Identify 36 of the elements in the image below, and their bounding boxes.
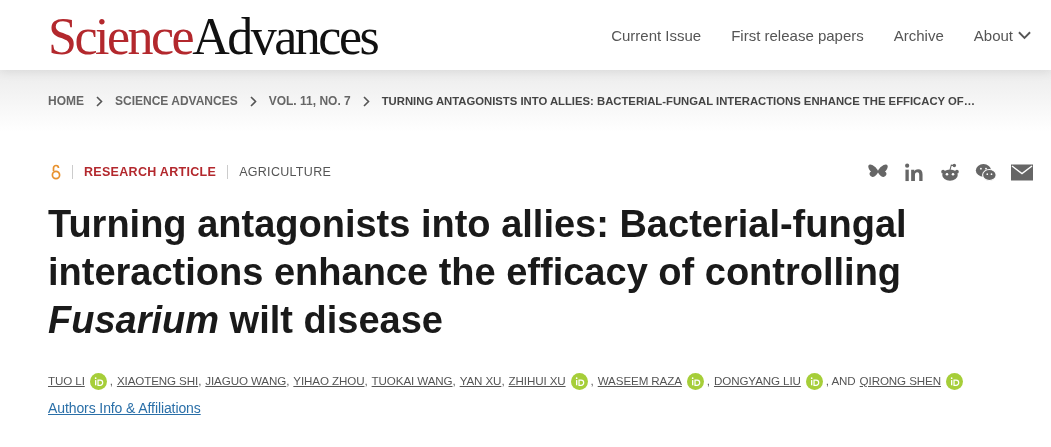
separator-text: , — [706, 374, 710, 387]
chevron-right-icon — [96, 95, 103, 107]
separator-text: , — [590, 374, 594, 387]
article-subject[interactable]: AGRICULTURE — [239, 165, 332, 179]
chat-bubbles-icon[interactable] — [975, 162, 997, 182]
chevron-down-icon — [1018, 30, 1031, 40]
nav-link[interactable]: Archive — [893, 26, 944, 44]
chevron-right-icon — [362, 95, 370, 107]
separator-text: , — [286, 374, 290, 387]
breadcrumb-link[interactable]: TURNING ANTAGONISTS INTO ALLIES: BACTERIAL-FUNGAL INTERACTIONS ENHANCE THE EFFICACY OF… — [381, 95, 975, 107]
linkedin-icon[interactable] — [903, 162, 925, 182]
separator-text: , — [501, 374, 505, 387]
author-link[interactable]: TUO LI — [48, 374, 85, 387]
author-link[interactable]: ZHIHUI XU — [508, 374, 566, 387]
alien-head-icon[interactable] — [939, 162, 961, 182]
author-link[interactable]: DONGYANG LIU — [714, 374, 801, 387]
nav-link[interactable]: First release papers — [731, 26, 864, 44]
separator-text: , AND — [825, 374, 856, 387]
separator-text: , — [364, 374, 368, 387]
article-title: Turning antagonists into allies: Bacterial-fungal interactions enhance the efficacy of controlling Fusarium wilt disease — [48, 202, 908, 343]
nav-link[interactable]: About — [973, 26, 1031, 44]
author-link[interactable]: TUOKAI WANG — [371, 374, 453, 387]
separator-text: , — [198, 374, 202, 387]
envelope-icon[interactable] — [1011, 162, 1033, 182]
separator-text: , — [452, 374, 456, 387]
nav-link[interactable]: Current Issue — [611, 26, 702, 44]
site-logo[interactable]: ScienceAdvances — [48, 11, 378, 63]
breadcrumb-link[interactable]: SCIENCE ADVANCES — [115, 94, 238, 108]
author-link[interactable]: QIRONG SHEN — [859, 374, 941, 387]
separator-text: , — [109, 374, 113, 387]
author-link[interactable]: WASEEM RAZA — [597, 374, 682, 387]
authors-info-link[interactable]: Authors Info & Affiliations — [48, 398, 201, 418]
chevron-right-icon — [249, 95, 257, 107]
article-type: RESEARCH ARTICLE — [84, 165, 217, 179]
breadcrumb-link[interactable]: HOME — [48, 94, 84, 108]
breadcrumb-link[interactable]: VOL. 11, NO. 7 — [268, 94, 351, 108]
